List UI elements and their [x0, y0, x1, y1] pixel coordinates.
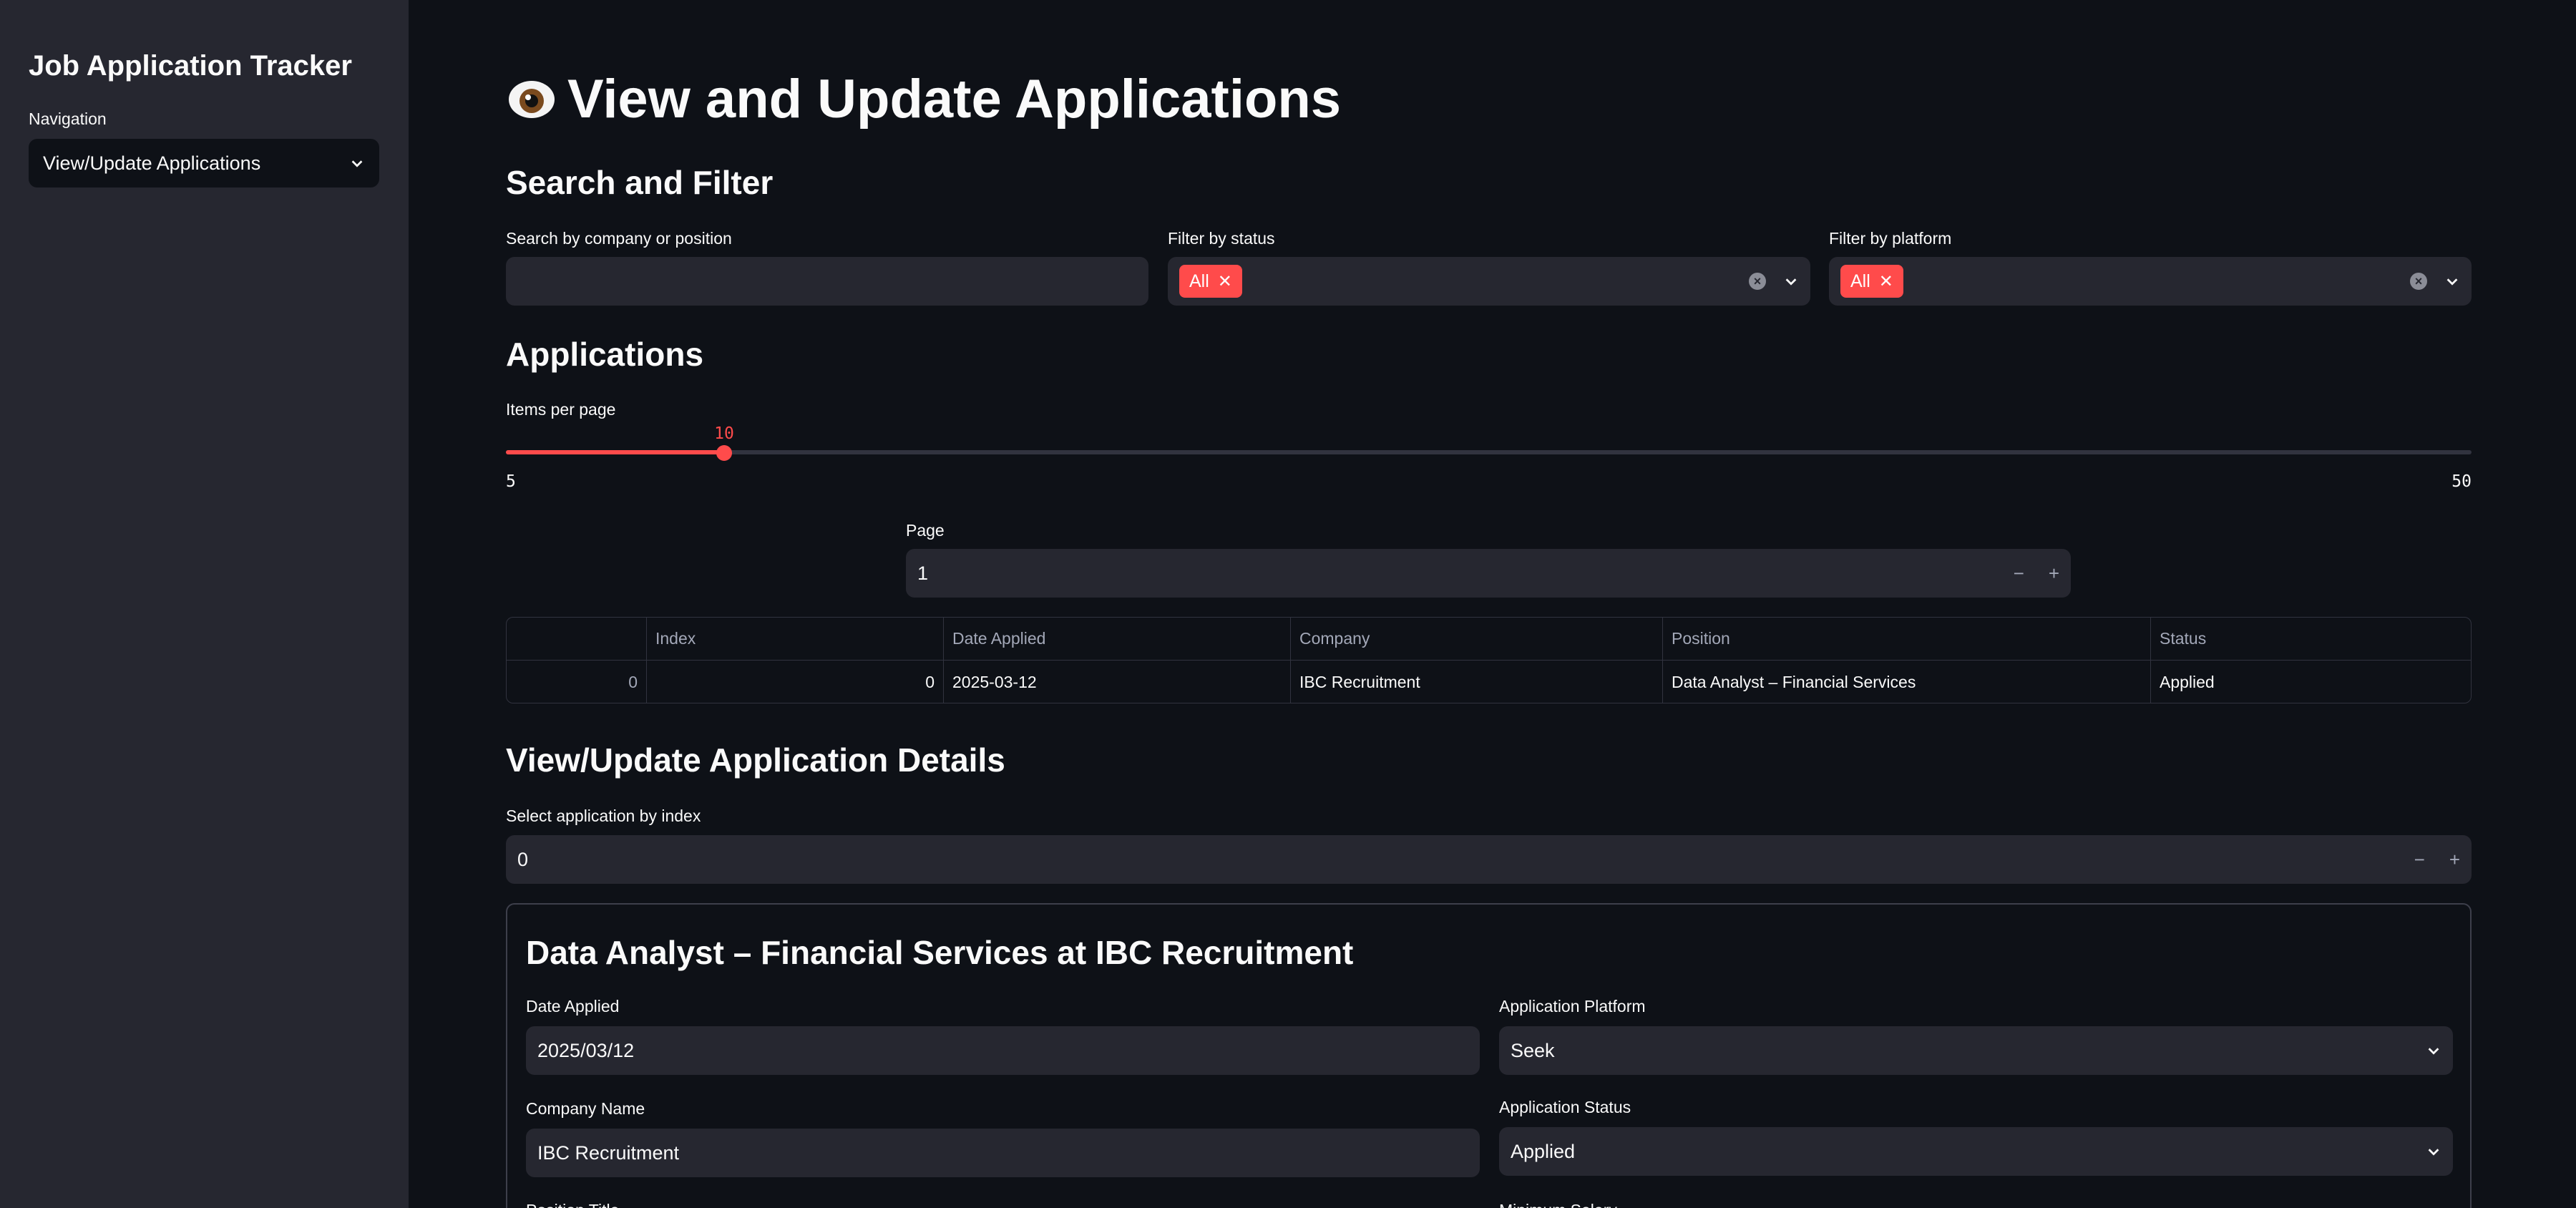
items-per-page-label: Items per page — [506, 400, 616, 419]
application-status-select[interactable]: Applied — [1499, 1127, 2453, 1176]
items-per-page-slider-thumb[interactable] — [716, 445, 732, 461]
applications-heading: Applications — [506, 336, 704, 373]
status-filter-label: Filter by status — [1168, 229, 1275, 248]
chevron-down-icon[interactable] — [1783, 273, 1799, 289]
increment-icon[interactable]: + — [2049, 562, 2059, 585]
status-filter-multiselect[interactable]: All ✕ × — [1168, 257, 1810, 306]
table-cell[interactable]: Applied — [2151, 661, 2471, 703]
application-status-value: Applied — [1511, 1140, 1576, 1162]
page-title-text: View and Update Applications — [567, 69, 1342, 130]
search-input[interactable] — [506, 257, 1148, 306]
status-tag[interactable]: All ✕ — [1179, 265, 1242, 298]
chevron-down-icon — [2426, 1144, 2441, 1159]
clear-icon[interactable]: × — [1749, 273, 1766, 290]
select-index-input[interactable]: 0 − + — [506, 835, 2472, 884]
slider-value: 10 — [714, 424, 734, 443]
app-title: Job Application Tracker — [29, 50, 352, 82]
table-header-row: Index Date Applied Company Position Stat… — [507, 618, 2471, 661]
search-label: Search by company or position — [506, 229, 732, 248]
application-platform-value: Seek — [1511, 1039, 1555, 1061]
remove-tag-icon[interactable]: ✕ — [1218, 271, 1232, 292]
eye-icon — [506, 74, 557, 125]
application-card-title: Data Analyst – Financial Services at IBC… — [526, 934, 1354, 971]
column-header[interactable]: Position — [1663, 618, 2151, 660]
platform-tag[interactable]: All ✕ — [1840, 265, 1903, 298]
slider-fill — [506, 450, 724, 454]
table-cell[interactable]: Data Analyst – Financial Services — [1663, 661, 2151, 703]
increment-icon[interactable]: + — [2449, 849, 2460, 871]
details-heading: View/Update Application Details — [506, 741, 1005, 779]
items-per-page-slider-track[interactable] — [506, 450, 2472, 454]
application-status-label: Application Status — [1499, 1098, 1631, 1116]
date-applied-label: Date Applied — [526, 997, 620, 1015]
date-applied-value: 2025/03/12 — [537, 1039, 635, 1061]
slider-max: 50 — [2451, 472, 2472, 491]
navigation-label: Navigation — [29, 109, 107, 128]
remove-tag-icon[interactable]: ✕ — [1879, 271, 1893, 292]
navigation-select[interactable]: View/Update Applications — [29, 139, 379, 187]
chevron-down-icon — [2426, 1043, 2441, 1058]
company-name-label: Company Name — [526, 1099, 645, 1118]
table-cell[interactable]: 0 — [647, 661, 944, 703]
column-header[interactable]: Company — [1291, 618, 1663, 660]
platform-tag-label: All — [1850, 271, 1870, 291]
minimum-salary-label: Minimum Salary — [1499, 1201, 1617, 1208]
application-platform-label: Application Platform — [1499, 997, 1646, 1015]
platform-filter-label: Filter by platform — [1829, 229, 1952, 248]
table-row[interactable]: 0 0 2025-03-12 IBC Recruitment Data Anal… — [507, 661, 2471, 703]
table-cell[interactable]: 2025-03-12 — [944, 661, 1291, 703]
company-name-input[interactable]: IBC Recruitment — [526, 1129, 1480, 1177]
decrement-icon[interactable]: − — [2014, 562, 2024, 585]
select-index-value: 0 — [517, 848, 529, 870]
position-title-label: Position Title — [526, 1201, 619, 1208]
navigation-select-value: View/Update Applications — [43, 152, 261, 174]
status-tag-label: All — [1189, 271, 1209, 291]
table-cell[interactable]: IBC Recruitment — [1291, 661, 1663, 703]
platform-filter-multiselect[interactable]: All ✕ × — [1829, 257, 2472, 306]
column-header[interactable] — [507, 618, 647, 660]
clear-icon[interactable]: × — [2410, 273, 2427, 290]
column-header[interactable]: Index — [647, 618, 944, 660]
sidebar: Job Application Tracker Navigation View/… — [0, 0, 409, 1208]
select-index-label: Select application by index — [506, 807, 701, 825]
column-header[interactable]: Status — [2151, 618, 2471, 660]
page-title: View and Update Applications — [506, 68, 1341, 130]
page-number-value: 1 — [917, 562, 929, 584]
date-applied-input[interactable]: 2025/03/12 — [526, 1026, 1480, 1075]
application-platform-select[interactable]: Seek — [1499, 1026, 2453, 1075]
decrement-icon[interactable]: − — [2414, 849, 2425, 871]
applications-table: Index Date Applied Company Position Stat… — [506, 617, 2472, 703]
chevron-down-icon[interactable] — [2444, 273, 2460, 289]
page-number-input[interactable]: 1 − + — [906, 549, 2071, 598]
company-name-value: IBC Recruitment — [537, 1141, 680, 1164]
search-filter-heading: Search and Filter — [506, 164, 774, 201]
main-content: View and Update Applications Search and … — [506, 0, 2472, 1208]
application-details-form: Data Analyst – Financial Services at IBC… — [506, 903, 2472, 1208]
row-index-cell[interactable]: 0 — [507, 661, 647, 703]
column-header[interactable]: Date Applied — [944, 618, 1291, 660]
chevron-down-icon — [349, 155, 365, 171]
slider-min: 5 — [506, 472, 516, 491]
page-label: Page — [906, 521, 945, 540]
